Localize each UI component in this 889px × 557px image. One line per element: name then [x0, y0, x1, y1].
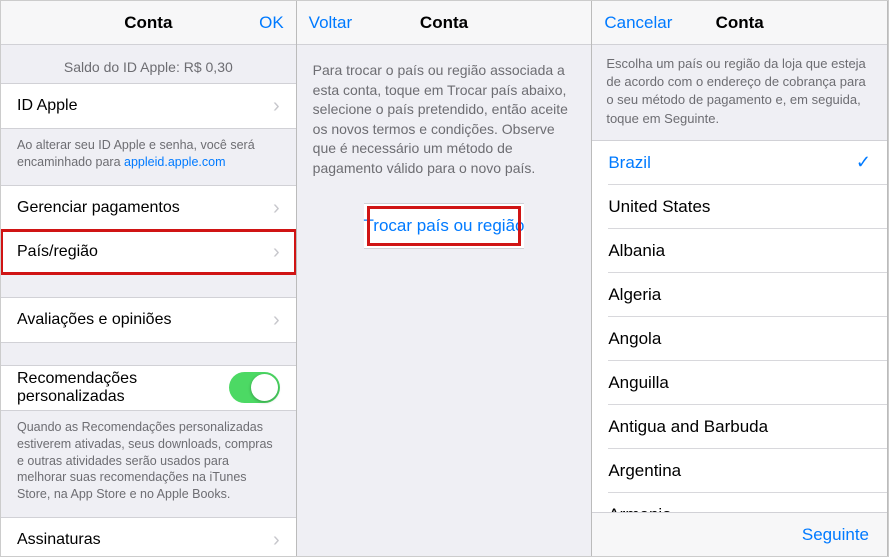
- apple-id-link[interactable]: appleid.apple.com: [124, 155, 225, 169]
- country-row[interactable]: Argentina: [592, 449, 887, 493]
- bottom-toolbar: Seguinte: [592, 512, 887, 556]
- nav-title: Conta: [1, 13, 296, 33]
- country-label: Albania: [608, 241, 665, 261]
- chevron-right-icon: ›: [273, 242, 280, 262]
- country-row[interactable]: Anguilla: [592, 361, 887, 405]
- country-label: Angola: [608, 329, 661, 349]
- country-row[interactable]: Angola: [592, 317, 887, 361]
- recommendations-toggle[interactable]: [229, 372, 280, 403]
- next-button[interactable]: Seguinte: [802, 525, 869, 545]
- apple-id-label: ID Apple: [17, 97, 267, 115]
- country-row[interactable]: Armenia: [592, 493, 887, 512]
- apple-id-balance: Saldo do ID Apple: R$ 0,30: [1, 45, 296, 83]
- subscriptions-row[interactable]: Assinaturas ›: [1, 518, 296, 556]
- country-label: Argentina: [608, 461, 681, 481]
- chevron-right-icon: ›: [273, 96, 280, 116]
- country-label: Algeria: [608, 285, 661, 305]
- change-country-button[interactable]: Trocar país ou região: [364, 203, 525, 249]
- chevron-right-icon: ›: [273, 530, 280, 550]
- change-country-info-panel: Voltar Conta Para trocar o país ou regiã…: [297, 1, 593, 556]
- apple-id-footer: Ao alterar seu ID Apple e senha, você se…: [1, 129, 296, 185]
- country-label: Brazil: [608, 153, 651, 173]
- ok-button[interactable]: OK: [259, 13, 284, 33]
- cancel-button[interactable]: Cancelar: [604, 13, 672, 33]
- recommendations-footer: Quando as Recomendações personalizadas e…: [1, 411, 296, 517]
- country-region-row[interactable]: País/região ›: [1, 230, 296, 274]
- navbar: Voltar Conta: [297, 1, 592, 45]
- country-label: Anguilla: [608, 373, 669, 393]
- country-row[interactable]: Antigua and Barbuda: [592, 405, 887, 449]
- checkmark-icon: ✓: [856, 152, 871, 173]
- country-row[interactable]: Brazil ✓: [592, 141, 887, 185]
- panel2-scroll: Para trocar o país ou região associada a…: [297, 45, 592, 556]
- navbar: Conta OK: [1, 1, 296, 45]
- country-label: Antigua and Barbuda: [608, 417, 768, 437]
- country-label: Armenia: [608, 505, 671, 512]
- country-row[interactable]: Algeria: [592, 273, 887, 317]
- navbar: Cancelar Conta: [592, 1, 887, 45]
- apple-id-row[interactable]: ID Apple ›: [1, 84, 296, 128]
- panel1-scroll: Saldo do ID Apple: R$ 0,30 ID Apple › Ao…: [1, 45, 296, 556]
- chevron-right-icon: ›: [273, 310, 280, 330]
- ratings-reviews-row[interactable]: Avaliações e opiniões ›: [1, 298, 296, 342]
- recommendations-row: Recomendações personalizadas: [1, 366, 296, 410]
- country-list-info: Escolha um país ou região da loja que es…: [592, 45, 887, 140]
- chevron-right-icon: ›: [273, 198, 280, 218]
- change-country-info: Para trocar o país ou região associada a…: [297, 45, 592, 195]
- country-label: United States: [608, 197, 710, 217]
- country-row[interactable]: Albania: [592, 229, 887, 273]
- account-main-panel: Conta OK Saldo do ID Apple: R$ 0,30 ID A…: [1, 1, 297, 556]
- country-row[interactable]: United States: [592, 185, 887, 229]
- back-button[interactable]: Voltar: [309, 13, 352, 33]
- manage-payments-row[interactable]: Gerenciar pagamentos ›: [1, 186, 296, 230]
- country-list: Brazil ✓ United States Albania Algeria Angola…: [592, 140, 887, 512]
- country-list-panel: Cancelar Conta Escolha um país ou região…: [592, 1, 888, 556]
- panel3-scroll: Escolha um país ou região da loja que es…: [592, 45, 887, 512]
